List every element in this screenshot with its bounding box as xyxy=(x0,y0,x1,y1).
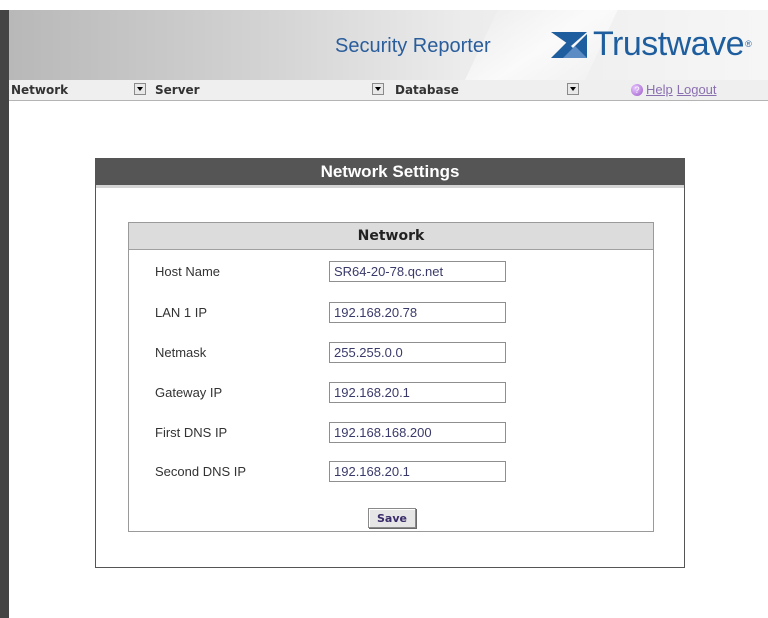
lan1-ip-label: LAN 1 IP xyxy=(155,305,208,320)
second-dns-ip-row: Second DNS IP xyxy=(155,461,625,483)
lan1-ip-row: LAN 1 IP xyxy=(155,302,625,324)
host-name-row: Host Name xyxy=(155,261,625,283)
host-name-label: Host Name xyxy=(155,264,221,279)
netmask-label: Netmask xyxy=(155,345,207,360)
help-icon[interactable]: ? xyxy=(631,84,643,96)
menu-server-label: Server xyxy=(155,83,200,97)
gateway-ip-row: Gateway IP xyxy=(155,382,625,404)
first-dns-ip-input[interactable] xyxy=(329,422,506,443)
network-settings-panel: Network Settings Network Host Name LAN 1… xyxy=(95,158,685,568)
first-dns-ip-row: First DNS IP xyxy=(155,422,625,444)
gateway-ip-input[interactable] xyxy=(329,382,506,403)
netmask-row: Netmask xyxy=(155,342,625,364)
menu-network-label: Network xyxy=(11,83,69,97)
brand-name: Trustwave xyxy=(593,24,745,63)
help-logout-links: ? Help Logout xyxy=(631,80,717,100)
second-dns-ip-label: Second DNS IP xyxy=(155,464,247,479)
menu-server-dropdown-icon[interactable] xyxy=(372,83,384,95)
menu-network[interactable]: Network xyxy=(11,80,68,100)
lan1-ip-input[interactable] xyxy=(329,302,506,323)
second-dns-ip-input[interactable] xyxy=(329,461,506,482)
app-header: Security Reporter Trustwave ® xyxy=(9,10,768,80)
brand-logo: Trustwave ® xyxy=(549,24,752,64)
product-title: Security Reporter xyxy=(335,35,491,57)
registered-mark: ® xyxy=(745,39,752,49)
save-button[interactable]: Save xyxy=(368,508,416,528)
logout-link[interactable]: Logout xyxy=(677,80,717,100)
netmask-input[interactable] xyxy=(329,342,506,363)
menu-bar: Network Server Database ? Help Logout xyxy=(9,80,768,101)
trustwave-logo-icon xyxy=(551,32,587,58)
network-section: Network Host Name LAN 1 IP Netmask Gatew… xyxy=(128,222,654,532)
window-left-frame xyxy=(0,10,9,618)
section-title: Network xyxy=(129,223,653,250)
menu-database-dropdown-icon[interactable] xyxy=(567,83,579,95)
menu-database[interactable]: Database xyxy=(395,80,459,100)
host-name-input[interactable] xyxy=(329,261,506,282)
window-top-edge xyxy=(0,0,768,10)
menu-database-label: Database xyxy=(395,83,459,97)
menu-network-dropdown-icon[interactable] xyxy=(134,83,146,95)
panel-title: Network Settings xyxy=(96,159,684,188)
first-dns-ip-label: First DNS IP xyxy=(155,425,228,440)
help-link[interactable]: Help xyxy=(646,80,673,100)
gateway-ip-label: Gateway IP xyxy=(155,385,223,400)
menu-server[interactable]: Server xyxy=(155,80,200,100)
